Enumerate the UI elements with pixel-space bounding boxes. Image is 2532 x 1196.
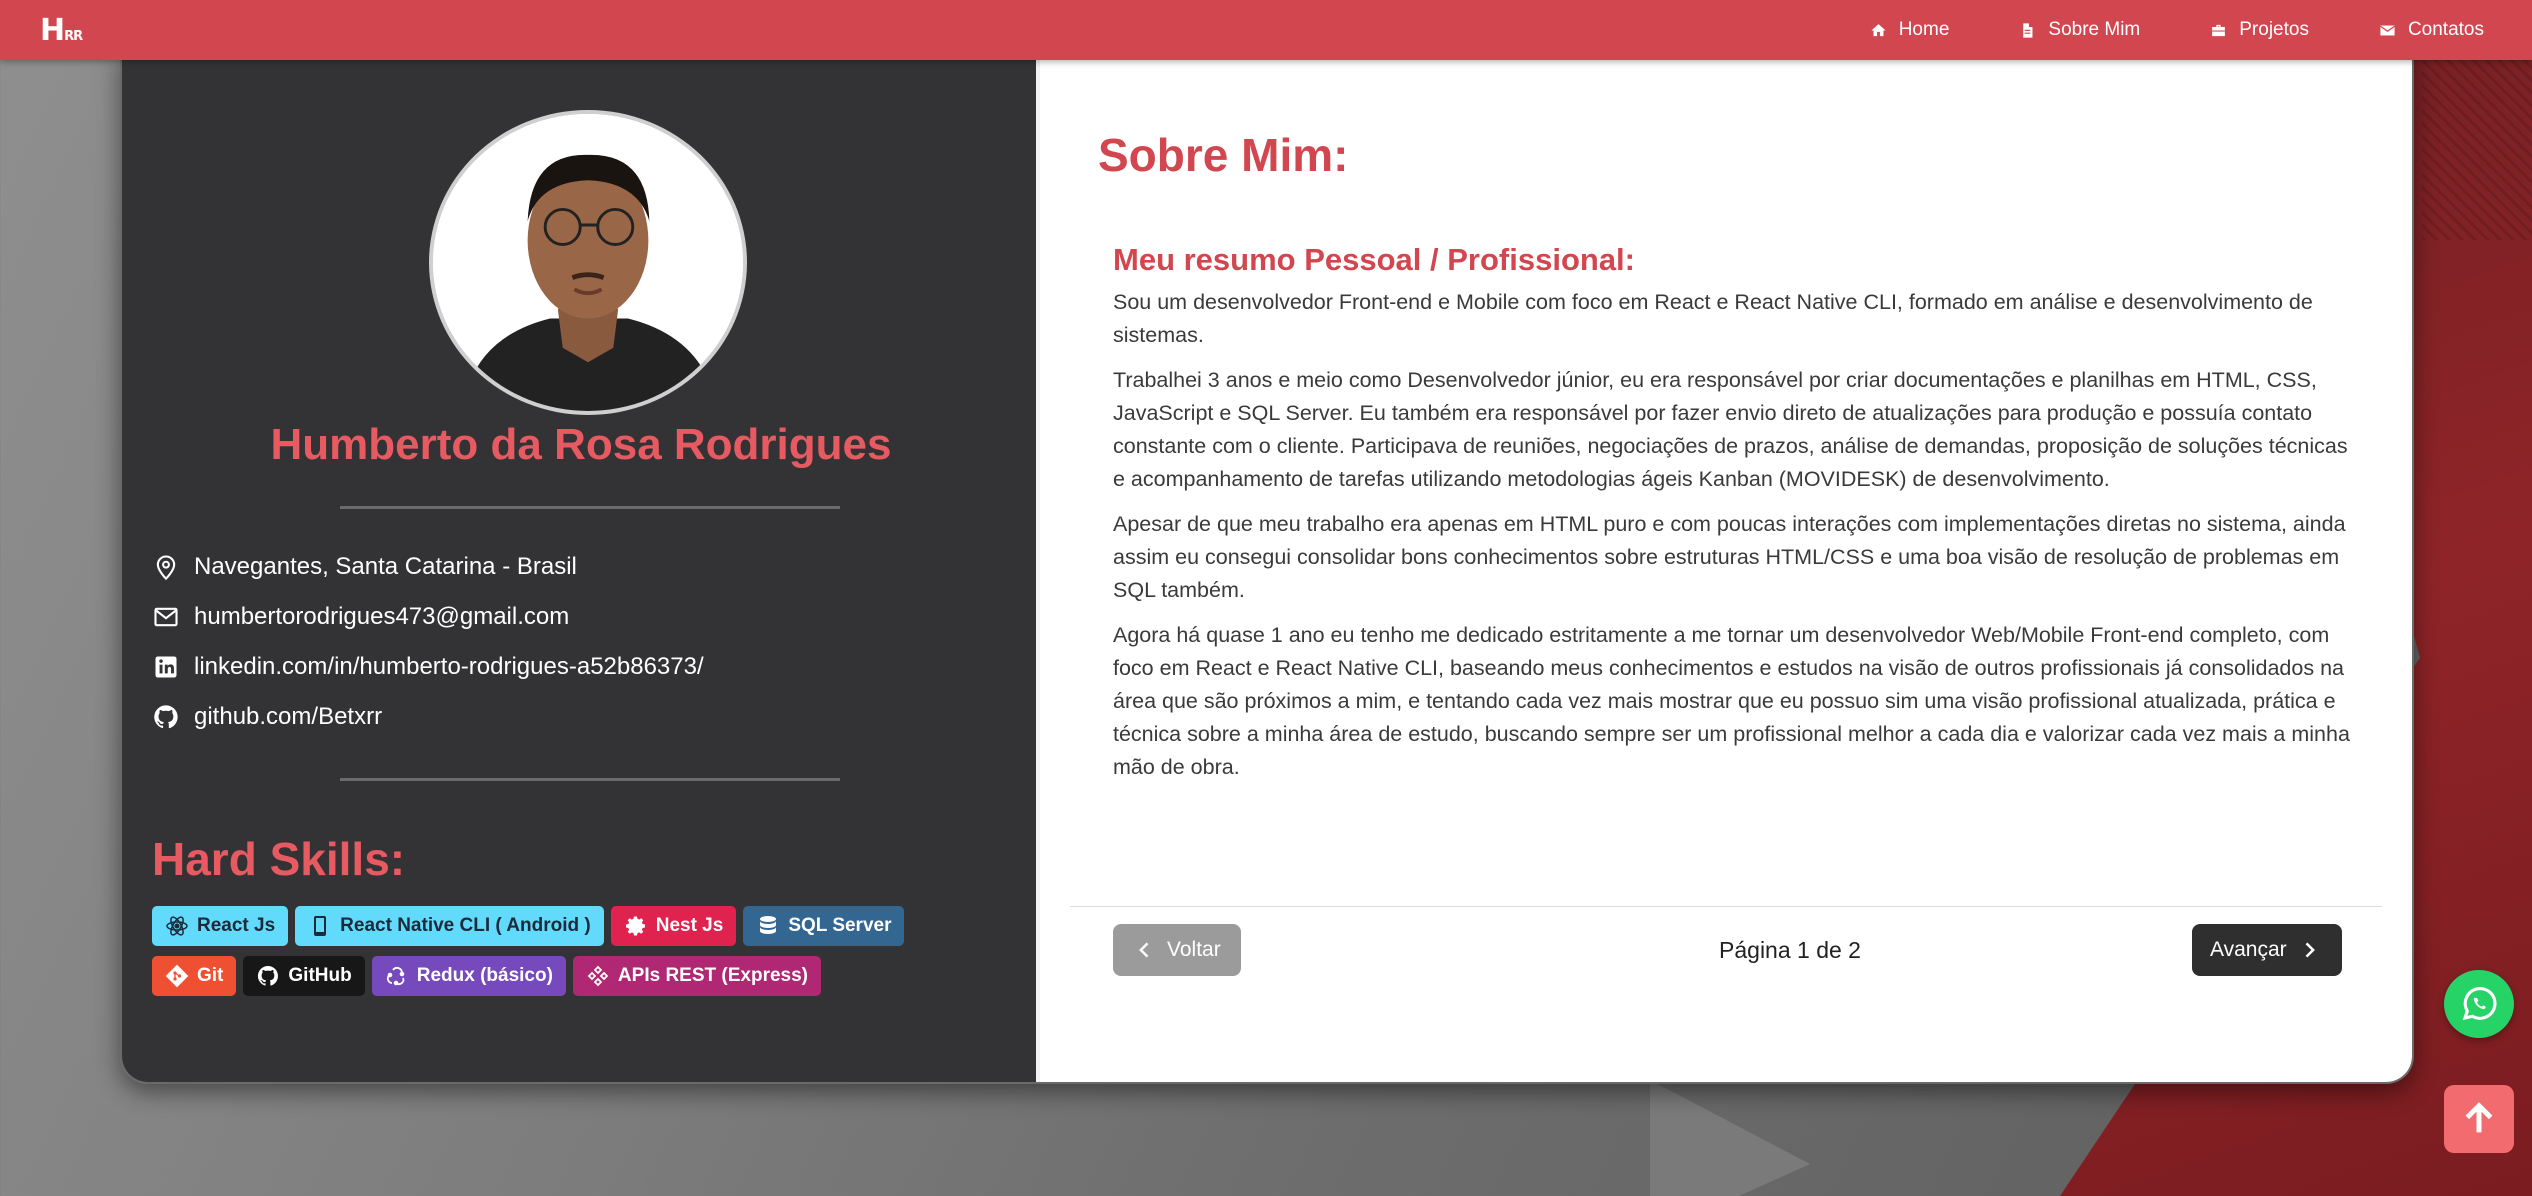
about-paragraph: Sou um desenvolvedor Front-end e Mobile … <box>1113 290 2313 347</box>
nav-link-sobre-mim[interactable]: Sobre Mim <box>2019 19 2140 41</box>
nav-links: Home Sobre Mim Projetos Contatos <box>1870 19 2484 41</box>
about-title: Sobre Mim: <box>1098 129 1349 181</box>
skill-badges: React Js React Native CLI ( Android ) Ne… <box>152 906 972 996</box>
contact-list: Navegantes, Santa Catarina - Brasil humb… <box>152 542 704 742</box>
navbar: HRR Home Sobre Mim Projetos Contatos <box>0 0 2532 60</box>
about-paragraph: Agora há quase 1 ano eu tenho me dedicad… <box>1113 623 2350 779</box>
about-paragraph: Apesar de que meu trabalho era apenas em… <box>1113 512 2346 602</box>
next-button[interactable]: Avançar <box>2192 924 2342 976</box>
home-icon <box>1871 23 1886 36</box>
github-icon <box>258 965 279 986</box>
contact-text: humbertorodrigues473@gmail.com <box>194 603 570 630</box>
linkedin-icon <box>155 656 177 678</box>
skill-label: React Native CLI ( Android ) <box>340 915 591 936</box>
chevron-left-icon <box>1139 942 1149 958</box>
about-text: Sou um desenvolvedor Front-end e Mobile … <box>1113 286 2353 796</box>
briefcase-icon <box>2212 24 2226 36</box>
divider <box>340 506 840 509</box>
divider <box>1070 906 2382 907</box>
skill-badge-react: React Js <box>152 906 289 946</box>
profile-card: Humberto da Rosa Rodrigues Navegantes, S… <box>120 50 2414 1084</box>
page-indicator: Página 1 de 2 <box>1719 936 1861 963</box>
arrow-up-icon <box>2465 1102 2493 1133</box>
skill-label: Git <box>197 965 224 986</box>
skill-badge-git: Git <box>152 956 237 996</box>
mail-icon <box>154 607 178 627</box>
skill-label: APIs REST (Express) <box>617 965 808 986</box>
skill-badge-redux: Redux (básico) <box>371 956 566 996</box>
nav-link-label: Projetos <box>2239 19 2309 40</box>
profile-photo <box>433 114 743 411</box>
skill-badge-apis-rest: APIs REST (Express) <box>572 956 821 996</box>
skill-label: Redux (básico) <box>416 965 553 986</box>
about-paragraph: Trabalhei 3 anos e meio como Desenvolved… <box>1113 368 2348 491</box>
contact-text: linkedin.com/in/humberto-rodrigues-a52b8… <box>194 653 704 680</box>
mobile-icon <box>314 916 327 936</box>
nav-link-label: Sobre Mim <box>2048 19 2141 40</box>
avatar <box>429 110 747 415</box>
nest-gear-icon <box>625 916 645 936</box>
skill-label: React Js <box>197 915 276 936</box>
contact-linkedin[interactable]: linkedin.com/in/humberto-rodrigues-a52b8… <box>152 642 704 692</box>
skill-badge-nest: Nest Js <box>610 906 737 946</box>
location-pin-icon <box>156 555 176 581</box>
envelope-icon <box>2380 25 2395 35</box>
logo[interactable]: HRR <box>40 12 83 48</box>
background-pattern <box>2422 60 2532 240</box>
logo-main: H <box>40 12 65 48</box>
scroll-to-top-button[interactable] <box>2444 1085 2514 1153</box>
about-panel: Sobre Mim: Meu resumo Pessoal / Profissi… <box>1040 50 2412 1082</box>
nav-link-projetos[interactable]: Projetos <box>2210 19 2309 41</box>
back-button-label: Voltar <box>1167 938 1221 961</box>
contact-text: github.com/Betxrr <box>194 703 383 730</box>
background-gray-shape <box>1650 1080 1810 1196</box>
database-icon <box>760 916 777 934</box>
git-icon <box>165 964 189 988</box>
profile-name: Humberto da Rosa Rodrigues <box>270 420 892 469</box>
contact-github[interactable]: github.com/Betxrr <box>152 692 704 742</box>
back-button[interactable]: Voltar <box>1113 924 1241 976</box>
document-icon <box>2023 22 2033 38</box>
contact-email[interactable]: humbertorodrigues473@gmail.com <box>152 592 704 642</box>
contact-text: Navegantes, Santa Catarina - Brasil <box>194 553 577 580</box>
skill-label: Nest Js <box>655 915 724 936</box>
github-icon <box>154 705 178 729</box>
next-button-label: Avançar <box>2210 938 2287 961</box>
skill-badge-github: GitHub <box>243 956 365 996</box>
skill-label: SQL Server <box>788 915 892 936</box>
profile-sidebar: Humberto da Rosa Rodrigues Navegantes, S… <box>122 50 1040 1082</box>
skill-badge-sql-server: SQL Server <box>743 906 905 946</box>
logo-sub: RR <box>64 28 83 44</box>
skill-badge-react-native: React Native CLI ( Android ) <box>295 906 604 946</box>
nav-link-contatos[interactable]: Contatos <box>2379 19 2484 41</box>
react-icon <box>166 916 188 936</box>
chevron-right-icon <box>2305 942 2315 958</box>
whatsapp-icon <box>2462 987 2497 1021</box>
api-icon <box>587 965 609 987</box>
nav-link-label: Contatos <box>2407 19 2484 40</box>
skills-title: Hard Skills: <box>152 833 406 885</box>
whatsapp-button[interactable] <box>2444 970 2514 1038</box>
skill-label: GitHub <box>288 965 352 986</box>
divider <box>340 778 840 781</box>
nav-link-label: Home <box>1898 19 1950 40</box>
contact-location: Navegantes, Santa Catarina - Brasil <box>152 542 704 592</box>
nav-link-home[interactable]: Home <box>1870 19 1950 41</box>
resume-title: Meu resumo Pessoal / Profissional: <box>1113 242 1635 277</box>
redux-icon <box>386 966 405 986</box>
